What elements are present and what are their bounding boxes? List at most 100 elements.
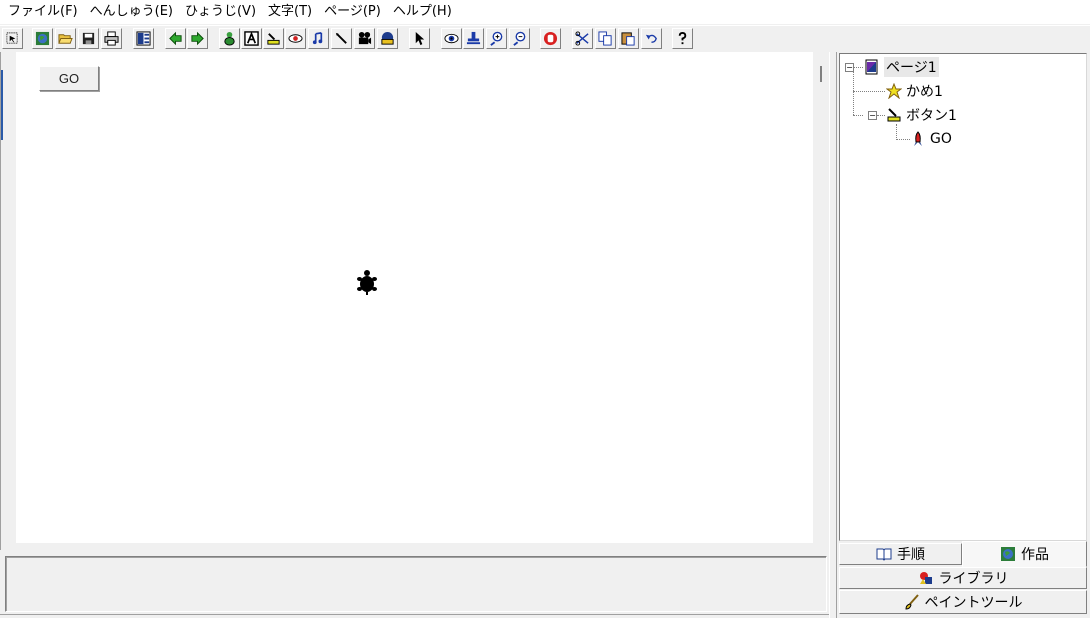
toolbar-text-button[interactable] [241, 28, 262, 49]
toolbar-select-button[interactable] [2, 28, 23, 49]
toolbar-network-button[interactable] [377, 28, 398, 49]
tab-paint-tool[interactable]: ペイントツール [839, 590, 1087, 614]
tree-connector [853, 67, 863, 68]
tree-connector [853, 115, 863, 116]
tree-collapse-toggle[interactable]: − [868, 111, 877, 120]
push-button-icon [887, 108, 901, 122]
tree-item-button[interactable]: ボタン1 [886, 104, 957, 126]
stop-hand-icon [543, 31, 558, 46]
page-icon [865, 59, 878, 75]
printer-icon [104, 31, 119, 46]
book-icon [876, 548, 892, 561]
tree-connector [896, 124, 897, 140]
toolbar-stop-button[interactable] [540, 28, 561, 49]
scissors-icon [575, 31, 589, 46]
toolbar-open-button[interactable] [55, 28, 76, 49]
tab-procedure[interactable]: 手順 [839, 543, 962, 565]
toolbar-view-button[interactable] [441, 28, 462, 49]
toolbar-copy-button[interactable] [595, 28, 616, 49]
toolbar-movie-button[interactable] [354, 28, 375, 49]
select-arrow-icon [6, 32, 18, 44]
tree-item-button-label: ボタン1 [906, 108, 957, 124]
turtle-icon[interactable] [356, 269, 378, 295]
tree-connector [853, 72, 854, 115]
tab-paint-tool-label: ペイントツール [924, 595, 1023, 611]
globe-icon [35, 31, 50, 46]
toolbar-zoom-in-button[interactable] [486, 28, 507, 49]
toolbar-music-button[interactable] [308, 28, 329, 49]
tree-item-turtle-label: かめ1 [906, 84, 943, 100]
toolbar-cut-button[interactable] [572, 28, 593, 49]
tab-procedure-label: 手順 [897, 547, 925, 563]
tree-item-action-label: GO [930, 131, 952, 147]
object-tree-panel: − ページ1 かめ1 − ボタン1 GO [839, 53, 1087, 541]
text-box-icon [244, 31, 259, 46]
toolbar-stamp-button[interactable] [463, 28, 484, 49]
tab-work-label: 作品 [1021, 547, 1049, 563]
toolbar-turtle-button[interactable] [219, 28, 240, 49]
globe-icon [1001, 547, 1015, 561]
menu-bar: ファイル(F) へんしゅう(E) ひょうじ(V) 文字(T) ページ(P) ヘル… [0, 0, 1090, 24]
panel-splitter[interactable] [829, 52, 837, 618]
toolbar-help-button[interactable] [672, 28, 693, 49]
toolbar-prev-page-button[interactable] [165, 28, 186, 49]
tree-connector [877, 115, 885, 116]
message-area[interactable] [5, 556, 827, 612]
shapes-icon [919, 572, 932, 584]
layout-columns-icon [136, 31, 151, 46]
toolbar-button-tool[interactable] [263, 28, 284, 49]
copy-icon [598, 31, 612, 46]
globe-network-icon [381, 31, 394, 45]
toolbar-draw-button[interactable] [331, 28, 352, 49]
tree-item-turtle[interactable]: かめ1 [886, 80, 943, 102]
tree-item-action[interactable]: GO [910, 128, 952, 150]
menu-view[interactable]: ひょうじ(V) [179, 1, 262, 23]
eye-icon [444, 33, 459, 44]
go-button[interactable]: GO [39, 66, 99, 91]
floppy-disk-icon [82, 32, 95, 45]
toolbar-save-button[interactable] [78, 28, 99, 49]
folder-open-icon [58, 34, 73, 44]
work-canvas[interactable]: GO [16, 52, 813, 543]
music-note-icon [312, 32, 323, 45]
arrow-right-icon [191, 31, 204, 46]
push-button-icon [267, 33, 280, 45]
question-mark-icon [678, 31, 687, 45]
toolbar-pointer-button[interactable] [409, 28, 430, 49]
tree-item-page[interactable]: ページ1 [864, 56, 939, 78]
toolbar-paste-button[interactable] [618, 28, 639, 49]
toolbar-zoom-out-button[interactable] [509, 28, 530, 49]
vertical-scroll-marker[interactable] [820, 66, 822, 82]
toolbar-new-work-button[interactable] [32, 28, 53, 49]
tab-library[interactable]: ライブラリ [839, 567, 1087, 589]
menu-help[interactable]: ヘルプ(H) [387, 1, 458, 23]
movie-camera-icon [358, 31, 372, 45]
toolbar-layout-button[interactable] [133, 28, 154, 49]
arrow-left-icon [169, 31, 182, 46]
menu-file[interactable]: ファイル(F) [2, 1, 84, 23]
tree-connector [853, 91, 885, 92]
tab-work[interactable]: 作品 [962, 541, 1087, 567]
turtle-star-icon [886, 83, 902, 99]
zoom-in-icon [490, 31, 503, 46]
mouse-pointer-icon [415, 31, 425, 46]
menu-edit[interactable]: へんしゅう(E) [84, 1, 179, 23]
zoom-out-icon [513, 31, 526, 46]
tree-collapse-toggle[interactable]: − [845, 63, 854, 72]
undo-icon [645, 34, 657, 43]
canvas-left-edge-marker [1, 70, 3, 140]
tree-item-page-label: ページ1 [884, 57, 939, 77]
toolbar-undo-button[interactable] [641, 28, 662, 49]
menu-page[interactable]: ページ(P) [318, 1, 387, 23]
menu-text[interactable]: 文字(T) [262, 1, 318, 23]
eye-oval-icon [288, 34, 303, 43]
work-canvas-frame: GO [0, 52, 829, 550]
tree-connector [896, 139, 910, 140]
pencil-icon [335, 32, 347, 44]
toolbar-print-button[interactable] [101, 28, 122, 49]
status-bar [0, 614, 829, 618]
toolbar-field-button[interactable] [285, 28, 306, 49]
stamp-icon [466, 31, 481, 45]
toolbar-next-page-button[interactable] [187, 28, 208, 49]
paint-brush-icon [904, 594, 919, 610]
